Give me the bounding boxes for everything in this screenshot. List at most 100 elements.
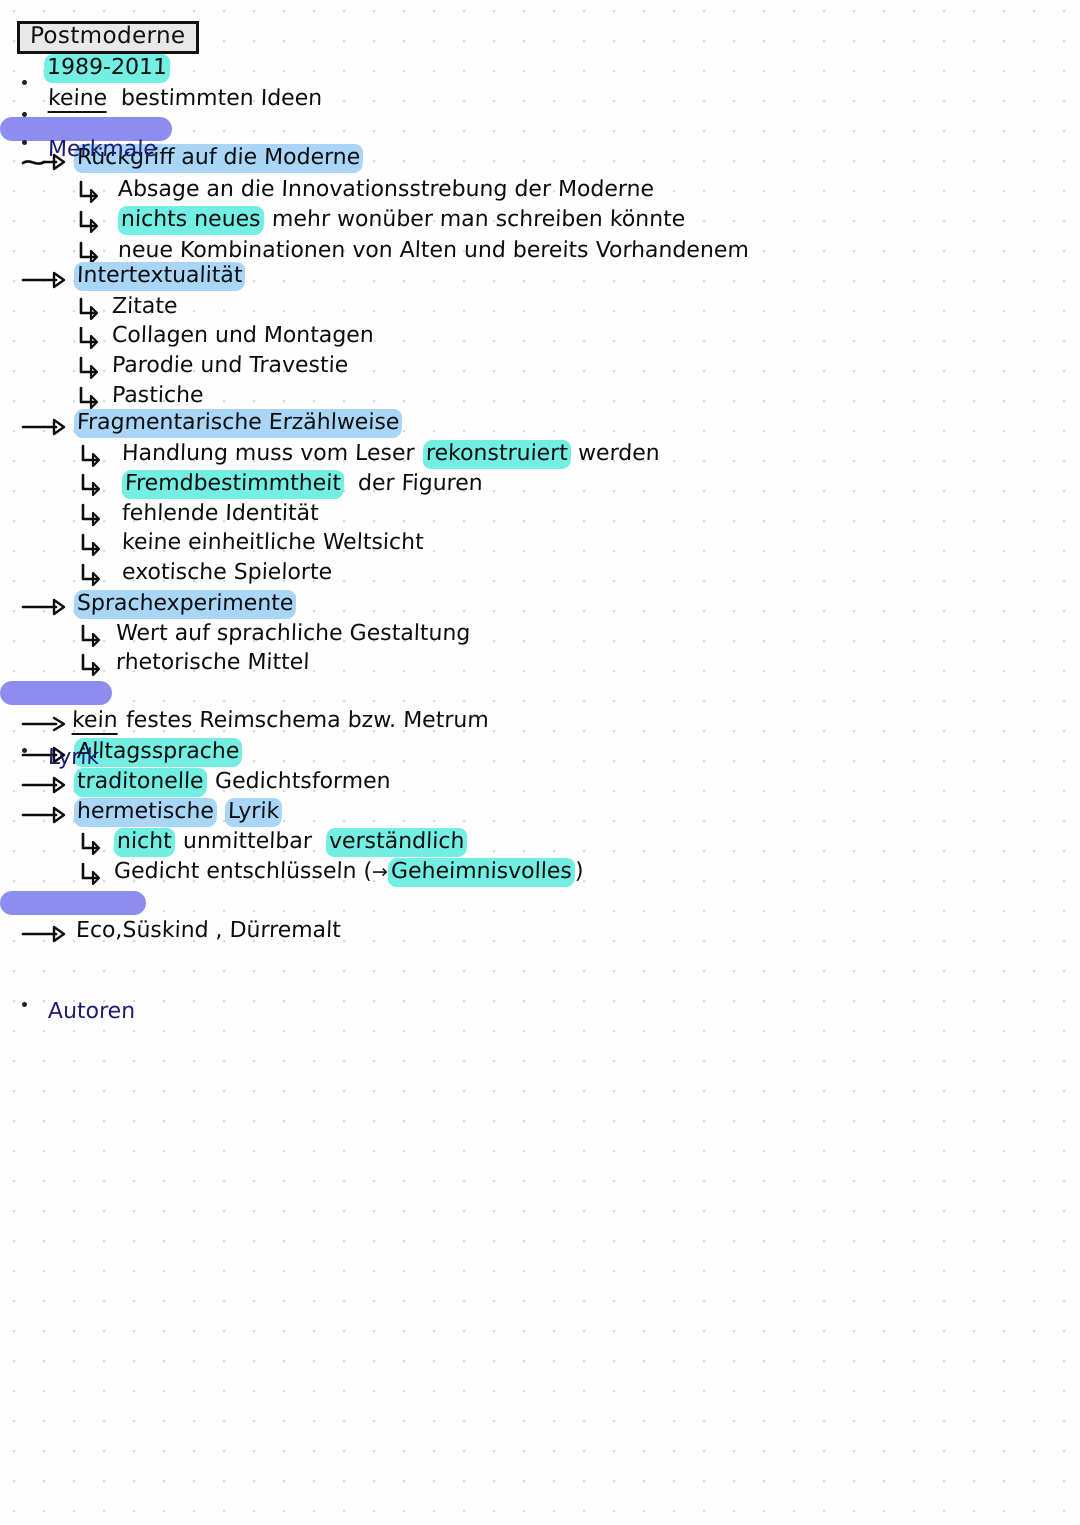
arrow-hermetische: [20, 803, 66, 832]
wert-text: Wert auf sprachliche Gestaltung: [115, 621, 471, 646]
line-fremdbestimmtheit: Fremdbestimmtheit der Figuren: [122, 471, 484, 496]
section-highlight-bar-lyrik: [0, 681, 112, 705]
sub-arrow-identitaet: [78, 503, 104, 534]
spielorte-text: exotische Spielorte: [121, 560, 333, 585]
sub-arrow-icon: [81, 503, 101, 527]
pastiche-text: Pastiche: [111, 383, 205, 408]
sub-arrow-icon: [79, 180, 99, 204]
dot-icon: [22, 112, 27, 117]
line-section-lyrik: Lyrik: [48, 745, 1080, 770]
handlung-text-a: Handlung muss vom Leser: [121, 441, 415, 466]
arrow-right-icon: [21, 271, 66, 289]
sub-arrow-parodie: [76, 356, 102, 387]
reimschema-text: festes Reimschema bzw. Metrum: [125, 708, 489, 733]
fremdbestimmtheit-text: der Figuren: [357, 471, 484, 496]
nichts-neues-keyword: nichts neues: [118, 207, 264, 232]
collagen-text: Collagen und Montagen: [111, 323, 375, 348]
nichts-neues-text: mehr wonüber man schreiben könnte: [271, 207, 686, 232]
sub-arrow-nichts-neues: [76, 210, 102, 241]
line-traditonelle: traditonelle Gedichtsformen: [74, 769, 391, 794]
line-section-merkmale: Merkmale: [47, 137, 1080, 162]
ideas-keyword: keine: [47, 86, 108, 113]
bullet-dot-autoren: [22, 990, 27, 1012]
arrow-right-icon: [21, 806, 66, 824]
fremdbestimmtheit-keyword: Fremdbestimmtheit: [122, 471, 345, 496]
gedicht-text: Gedicht entschlüsseln (: [113, 859, 373, 884]
bullet-dot-merkmale: [22, 128, 27, 150]
ideas-text: bestimmten Ideen: [120, 86, 323, 111]
line-rhetorische: rhetorische Mittel: [116, 650, 310, 675]
arrow-traditonelle: [20, 773, 66, 802]
bullet-dot-ideas: [22, 100, 27, 122]
sub-arrow-collagen: [76, 326, 102, 357]
page-title-box: Postmoderne: [17, 21, 199, 54]
absage-text: Absage an die Innovationsstrebung der Mo…: [117, 177, 655, 202]
dot-icon: [22, 748, 27, 753]
line-parodie: Parodie und Travestie: [112, 353, 349, 378]
sub-arrow-rhetorische: [78, 653, 104, 684]
arrow-right-icon: [21, 716, 66, 732]
line-ideas: keine bestimmten Ideen: [47, 86, 323, 113]
traditonelle-keyword: traditonelle: [74, 769, 207, 794]
line-handlung: Handlung muss vom Leser rekonstruiert we…: [121, 441, 661, 466]
sub-arrow-icon: [81, 862, 101, 886]
zitate-text: Zitate: [111, 294, 178, 319]
reimschema-keyword: kein: [71, 708, 119, 735]
arrow-right-icon: [21, 418, 66, 436]
sub-arrow-icon: [79, 297, 99, 321]
line-wert: Wert auf sprachliche Gestaltung: [115, 621, 471, 646]
note-page: Postmoderne 1989-2011 keine bestimmten I…: [0, 0, 1080, 1525]
dates-text: 1989-2011: [44, 55, 171, 80]
hermetische-text: Lyrik: [225, 799, 283, 824]
nicht-keyword: nicht: [114, 829, 176, 854]
traditonelle-text: Gedichtsformen: [214, 769, 391, 794]
sub-arrow-weltsicht: [78, 533, 104, 564]
sub-arrow-absage: [76, 180, 102, 211]
sub-arrow-icon: [81, 653, 101, 677]
line-absage: Absage an die Innovationsstrebung der Mo…: [117, 177, 655, 202]
arrow-fragmentarisch: [20, 415, 66, 444]
arrow-right-icon: [21, 776, 66, 794]
line-zitate: Zitate: [111, 294, 178, 319]
arrow-right-icon: [21, 925, 66, 943]
weltsicht-text: keine einheitliche Weltsicht: [121, 530, 425, 555]
bullet-dot-lyrik: [22, 736, 27, 758]
verstaendlich-keyword: verständlich: [325, 829, 467, 854]
sub-arrow-icon: [81, 473, 101, 497]
sub-arrow-icon: [79, 326, 99, 350]
handlung-keyword: rekonstruiert: [422, 441, 571, 466]
sub-arrow-icon: [79, 356, 99, 380]
page-title: Postmoderne: [29, 23, 186, 49]
sub-arrow-icon: [81, 563, 101, 587]
line-nicht-unmittelbar: nicht unmittelbar verständlich: [114, 829, 467, 854]
sub-arrow-nicht-unmittelbar: [78, 832, 104, 863]
sub-arrow-gedicht: [78, 862, 104, 893]
line-sprachexperimente: Sprachexperimente: [74, 591, 297, 616]
line-kombinationen: neue Kombinationen von Alten und bereits…: [117, 238, 750, 263]
line-intertextualitaet: Intertextualität: [74, 263, 245, 288]
sub-arrow-wert: [78, 624, 104, 655]
line-fragmentarisch: Fragmentarische Erzählweise: [74, 410, 403, 435]
sub-arrow-icon: [79, 210, 99, 234]
line-weltsicht: keine einheitliche Weltsicht: [121, 530, 425, 555]
line-gedicht: Gedicht entschlüsseln ( → Geheimnisvolle…: [113, 859, 584, 884]
line-spielorte: exotische Spielorte: [121, 560, 333, 585]
fragmentarisch-text: Fragmentarische Erzählweise: [74, 410, 403, 435]
line-hermetische: hermetische Lyrik: [74, 799, 283, 824]
line-dates: 1989-2011: [44, 55, 171, 80]
sub-arrow-icon: [81, 533, 101, 557]
arrow-intertextualitaet: [20, 268, 66, 297]
section-title-autoren: Autoren: [47, 999, 136, 1024]
line-reimschema: kein festes Reimschema bzw. Metrum: [71, 708, 489, 735]
line-collagen: Collagen und Montagen: [111, 323, 375, 348]
dot-icon: [22, 140, 27, 145]
kombinationen-text: neue Kombinationen von Alten und bereits…: [117, 238, 750, 263]
hermetische-keyword: hermetische: [74, 799, 218, 824]
sub-arrow-icon: [81, 832, 101, 856]
sprachexperimente-text: Sprachexperimente: [74, 591, 297, 616]
section-title-merkmale: Merkmale: [47, 137, 158, 162]
line-pastiche: Pastiche: [111, 383, 205, 408]
unmittelbar-text: unmittelbar: [182, 829, 313, 854]
arrow-right-icon: [21, 598, 66, 616]
sub-arrow-fremdbestimmtheit: [78, 473, 104, 504]
